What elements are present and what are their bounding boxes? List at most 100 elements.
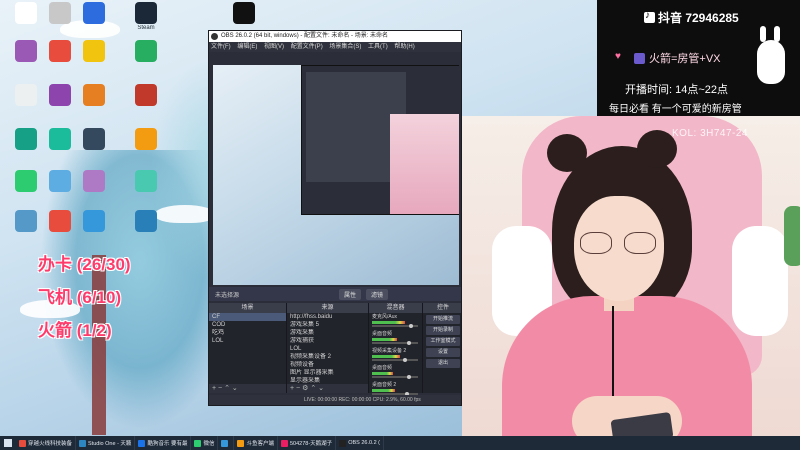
- source-item[interactable]: 游戏捕获: [287, 337, 368, 345]
- app-icon: [49, 40, 71, 62]
- source-item[interactable]: http://fhss.baidu: [287, 313, 368, 321]
- volume-slider-track[interactable]: [372, 342, 418, 344]
- obs-window[interactable]: OBS 26.0.2 (64 bit, windows) - 配置文件: 未命名…: [208, 30, 462, 406]
- stream-time: 开播时间: 14点~22点: [625, 84, 729, 96]
- start-streaming-button[interactable]: 开始推流: [426, 315, 460, 324]
- app-icon: [135, 210, 157, 232]
- taskbar-item[interactable]: 微信: [191, 436, 219, 450]
- menu-edit[interactable]: 编辑(E): [237, 44, 257, 50]
- desktop-icon[interactable]: Steam: [124, 2, 168, 32]
- app-icon: [15, 128, 37, 150]
- taskbar-item-label: Studio One - 天籁: [88, 441, 132, 447]
- scenes-dock: 场景 CF COD 吃鸡 LOL + − ⌃ ⌄: [209, 303, 287, 393]
- app-icon: [49, 210, 71, 232]
- glasses-lens: [624, 232, 656, 254]
- remove-scene-icon[interactable]: −: [218, 385, 222, 392]
- camera-watermark: KOL: 3H747-24: [672, 128, 748, 139]
- properties-button[interactable]: 属性: [339, 288, 362, 300]
- taskbar-app-icon: [79, 439, 87, 447]
- source-up-icon[interactable]: ⌃: [310, 385, 316, 392]
- taskbar-app-icon: [339, 439, 347, 447]
- obs-titlebar[interactable]: OBS 26.0.2 (64 bit, windows) - 配置文件: 未命名…: [209, 31, 461, 42]
- douyin-id-text: 抖音 72946285: [658, 11, 739, 25]
- source-down-icon[interactable]: ⌄: [318, 385, 324, 392]
- desktop-icon[interactable]: [72, 84, 116, 107]
- exit-button[interactable]: 退出: [426, 359, 460, 368]
- desktop-icon[interactable]: [124, 128, 168, 151]
- streamer-hair-bun: [637, 130, 677, 168]
- source-item[interactable]: 游戏采集 5: [287, 321, 368, 329]
- app-icon: [49, 170, 71, 192]
- desktop-icon[interactable]: [124, 40, 168, 63]
- mixer-channel: 桌面音频: [369, 330, 422, 347]
- app-icon: [135, 128, 157, 150]
- source-settings-icon[interactable]: ⚙: [302, 385, 308, 392]
- scene-item[interactable]: COD: [209, 321, 286, 329]
- add-source-icon[interactable]: +: [290, 385, 294, 392]
- volume-slider-handle[interactable]: [403, 358, 407, 362]
- taskbar-item[interactable]: [218, 436, 235, 450]
- taskbar-app-icon: [19, 439, 26, 447]
- start-button[interactable]: [0, 436, 16, 450]
- scene-up-icon[interactable]: ⌃: [224, 385, 230, 392]
- desktop-icon[interactable]: [72, 210, 116, 233]
- source-item[interactable]: LOL: [287, 345, 368, 353]
- desktop-icon[interactable]: [72, 128, 116, 151]
- volume-slider-handle[interactable]: [409, 324, 413, 328]
- studio-mode-button[interactable]: 工作室模式: [426, 337, 460, 346]
- volume-slider-handle[interactable]: [407, 341, 411, 345]
- desktop-icon[interactable]: [124, 84, 168, 107]
- filters-button[interactable]: 滤镜: [366, 288, 389, 300]
- rocket-line: 火箭=房管+VX: [634, 50, 721, 66]
- remove-source-icon[interactable]: −: [296, 385, 300, 392]
- volume-slider-handle[interactable]: [407, 375, 411, 379]
- taskbar-item[interactable]: 酷狗音乐 要有最: [135, 436, 192, 450]
- taskbar-item[interactable]: 504278-天鹅湖子: [278, 436, 337, 450]
- source-item[interactable]: 视频设备: [287, 361, 368, 369]
- source-toolbar: 未选择源 属性 滤镜: [209, 287, 461, 301]
- source-item[interactable]: 游戏采集: [287, 329, 368, 337]
- mixer-channel-name: 桌面音频: [372, 365, 393, 371]
- scene-item[interactable]: CF: [209, 313, 286, 321]
- overlay-counter-rocket: 火箭 (1/2): [38, 321, 112, 340]
- taskbar-item[interactable]: OBS 26.0.2 (: [336, 436, 384, 450]
- desktop-icon[interactable]: [72, 170, 116, 193]
- preview-nested-camera: [390, 114, 459, 214]
- add-scene-icon[interactable]: +: [212, 385, 216, 392]
- app-icon: [83, 2, 105, 24]
- scene-item[interactable]: 吃鸡: [209, 329, 286, 337]
- scene-item[interactable]: LOL: [209, 337, 286, 345]
- desktop-icon[interactable]: [124, 170, 168, 193]
- volume-slider-track[interactable]: [372, 376, 418, 378]
- taskbar-item-label: 斗鱼客户端: [246, 441, 274, 447]
- taskbar-item[interactable]: 斗鱼客户端: [234, 436, 278, 450]
- menu-scene-collection[interactable]: 场景集合(S): [329, 44, 361, 50]
- taskbar-item[interactable]: Studio One - 天籁: [76, 436, 136, 450]
- audio-level-meter: [372, 372, 393, 375]
- mixer-channel-name: 桌面音频 2: [372, 382, 397, 388]
- dock-row: 场景 CF COD 吃鸡 LOL + − ⌃ ⌄ 来源 http://fhss.bai…: [209, 303, 461, 396]
- volume-slider-track[interactable]: [372, 359, 418, 361]
- desktop-icon[interactable]: [124, 210, 168, 233]
- desktop-icon[interactable]: [72, 2, 116, 25]
- start-recording-button[interactable]: 开始录制: [426, 326, 460, 335]
- taskbar-item[interactable]: 穿越火线科技装备: [16, 436, 77, 450]
- controls-list: 开始推流开始录制工作室模式设置退出: [423, 315, 461, 368]
- source-item[interactable]: 图片 显示器采集: [287, 369, 368, 377]
- app-icon: [15, 170, 37, 192]
- app-icon: [83, 84, 105, 106]
- taskbar-item-label: 酷狗音乐 要有最: [147, 441, 188, 447]
- settings-button[interactable]: 设置: [426, 348, 460, 357]
- menu-profile[interactable]: 配置文件(P): [291, 44, 323, 50]
- taskbar-app-icon: [221, 439, 229, 447]
- app-icon: [15, 40, 37, 62]
- menu-tools[interactable]: 工具(T): [368, 44, 388, 50]
- obs-preview[interactable]: [213, 65, 459, 285]
- menu-help[interactable]: 帮助(H): [394, 44, 414, 50]
- menu-view[interactable]: 视图(V): [264, 44, 284, 50]
- scene-down-icon[interactable]: ⌄: [232, 385, 238, 392]
- desktop-icon[interactable]: [222, 2, 266, 25]
- source-item[interactable]: 视频采集设备 2: [287, 353, 368, 361]
- desktop-icon[interactable]: [72, 40, 116, 63]
- menu-file[interactable]: 文件(F): [211, 44, 231, 50]
